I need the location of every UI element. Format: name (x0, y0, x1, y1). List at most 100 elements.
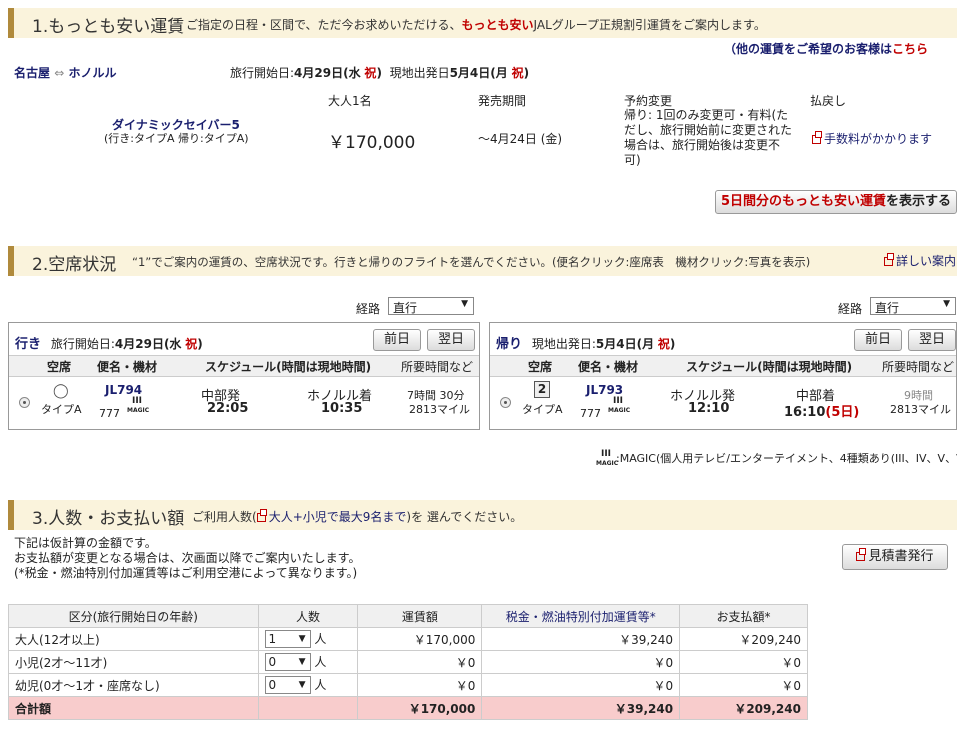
outbound-date-label: 旅行開始日: (50, 337, 115, 351)
outbound-heading-row: 行き 旅行開始日:4月29日(水 祝) (15, 337, 203, 352)
external-link-icon (856, 548, 867, 561)
row-label: 小児(2才～11才) (8, 650, 259, 674)
inbound-fare-type: タイプA (522, 403, 563, 416)
th-category: 区分(旅行開始日の年齢) (8, 604, 259, 628)
refund-fee-link[interactable]: 手数料がかかります (812, 130, 932, 147)
outbound-holiday: 祝 (185, 337, 198, 351)
inbound-date: 5月4日(月 (595, 337, 655, 351)
outbound-prev-day-button[interactable]: 前日 (373, 329, 421, 351)
magic-note: :MAGIC(個人用テレビ/エンターテイメント、4種類あり(III、IV、V、V… (616, 452, 957, 465)
count-unit: 人 (314, 654, 327, 669)
outbound-aircraft[interactable]: 777 (99, 407, 120, 420)
estimate-button[interactable]: 見積書発行 (842, 544, 948, 570)
outbound-route-label: 経路 (356, 302, 381, 316)
outbound-radio[interactable] (19, 397, 30, 408)
section1-header: 1.もっとも安い運賃 ご指定の日程・区間で、ただ今お求めいただける、もっとも安い… (8, 8, 957, 38)
refund-fee-text: 手数料がかかります (824, 132, 933, 146)
child-count-select[interactable]: 0 ▼ (264, 653, 311, 672)
child-count-value: 0 (268, 655, 277, 670)
col-seat: 空席 (528, 360, 553, 374)
fare-amount: ￥0 (357, 673, 483, 697)
inbound-holiday: 祝 (657, 337, 670, 351)
col-seat: 空席 (47, 360, 72, 374)
payment-amount: ￥0 (679, 650, 808, 674)
route-summary: 名古屋 ⇔ ホノルル (14, 64, 116, 81)
show-five-days-button[interactable]: 5日間分のもっとも安い運賃を表示する (715, 190, 957, 214)
five-day-red-text: 5日間分のもっとも安い運賃 (720, 194, 887, 209)
inbound-panel: 帰り 現地出発日:5月4日(月 祝) 前日 翌日 空席 便名・機材 スケジュール… (489, 322, 957, 430)
fare-amount: ￥0 (357, 650, 483, 674)
th-count: 人数 (257, 604, 359, 628)
tax-amount: ￥0 (481, 650, 681, 674)
external-link-icon (812, 131, 822, 144)
chevron-down-icon: ▼ (461, 299, 468, 309)
col-flight: 便名・機材 (97, 360, 158, 374)
calc-note-2: お支払額が変更となる場合は、次画面以降でご案内いたします。 (14, 551, 361, 565)
total-tax: ￥39,240 (481, 696, 681, 720)
tax-amount: ￥39,240 (481, 627, 681, 651)
chevron-down-icon: ▼ (298, 634, 306, 645)
max-passengers-link[interactable]: 大人+小児で最大9名まで (256, 509, 406, 524)
outbound-flight-row[interactable]: ◯ タイプA JL794 777 III MAGIC 中部発 22:05 ホノルル… (9, 377, 479, 427)
inbound-prev-day-button[interactable]: 前日 (854, 329, 902, 351)
outbound-flight-number[interactable]: JL794 (105, 383, 142, 397)
section3-desc-b: )を 選んでください。 (406, 510, 523, 524)
inbound-arrival: 16:10(5日) (784, 401, 859, 420)
col-change-header: 予約変更 (624, 94, 673, 108)
inbound-date-label: 現地出発日: (531, 337, 596, 351)
adult-count-select[interactable]: 1 ▼ (264, 630, 311, 649)
inbound-radio[interactable] (500, 397, 511, 408)
count-unit: 人 (314, 631, 327, 646)
estimate-button-label: 見積書発行 (868, 549, 934, 564)
total-payment: ￥209,240 (679, 696, 808, 720)
total-fare: ￥170,000 (357, 696, 483, 720)
magic-icon: III MAGIC (608, 396, 631, 415)
inbound-grid-header: 空席 便名・機材 スケジュール(時間は現地時間) 所要時間など (490, 355, 956, 377)
count-unit: 人 (314, 677, 327, 692)
col-sale-header: 発売期間 (478, 94, 527, 108)
count-cell: 0 ▼ 人 (257, 673, 359, 697)
external-link-icon (884, 253, 894, 266)
inbound-heading: 帰り (496, 337, 523, 352)
fare-price: ￥170,000 (328, 133, 416, 153)
infant-count-select[interactable]: 0 ▼ (264, 676, 311, 695)
calc-note-1: 下記は仮計算の金額です。 (14, 536, 157, 550)
detail-guide-text: 詳しい案内 (896, 254, 957, 268)
payment-table: 区分(旅行開始日の年齢) 人数 運賃額 税金・燃油特別付加運賃等* お支払額* … (8, 604, 808, 720)
other-fare-link[interactable]: こちら (892, 42, 928, 56)
inbound-route-label: 経路 (838, 302, 863, 316)
seat-available-icon: ◯ (53, 383, 69, 399)
dep-date-label: 旅行開始日: (230, 66, 295, 80)
calc-notes: 下記は仮計算の金額です。 お支払額が変更となる場合は、次画面以降でご案内いたしま… (14, 536, 360, 581)
outbound-grid-header: 空席 便名・機材 スケジュール(時間は現地時間) 所要時間など (9, 355, 479, 377)
seat-count-icon: 2 (534, 381, 550, 398)
outbound-route-select[interactable]: 直行 ▼ (388, 297, 474, 315)
outbound-next-day-button[interactable]: 翌日 (427, 329, 475, 351)
inbound-aircraft[interactable]: 777 (580, 407, 601, 420)
section3-header: 3.人数・お支払い額 ご利用人数(大人+小児で最大9名まで)を 選んでください。 (8, 500, 957, 530)
th-total: お支払額* (679, 604, 808, 628)
sale-period: ～4月24日 (金) (478, 132, 563, 146)
count-cell: 1 ▼ 人 (257, 627, 359, 651)
inbound-flight-number[interactable]: JL793 (586, 383, 623, 397)
row-label: 幼児(0才～1才・座席なし) (8, 673, 259, 697)
other-fare-notice: （他の運賃をご希望のお客様はこちら (724, 40, 928, 57)
th-tax: 税金・燃油特別付加運賃等* (481, 604, 681, 628)
inbound-flight-row[interactable]: 2 タイプA JL793 777 III MAGIC ホノルル発 12:10 中部… (490, 377, 956, 427)
inbound-route-value: 直行 (875, 301, 900, 315)
chevron-down-icon: ▼ (943, 299, 950, 309)
outbound-arr-time: 10:35 (321, 401, 363, 416)
section2-title: 2.空席状況 (32, 255, 117, 275)
inbound-arr-time: 16:10 (784, 405, 826, 420)
inbound-route-select[interactable]: 直行 ▼ (870, 297, 956, 315)
five-day-suffix-text: を表示する (886, 194, 952, 209)
inbound-arr-day: (5日) (825, 405, 860, 420)
inbound-next-day-button[interactable]: 翌日 (908, 329, 956, 351)
col-schedule: スケジュール(時間は現地時間) (205, 360, 372, 374)
detail-guide-link[interactable]: 詳しい案内 (884, 252, 956, 269)
magic-legend: III MAGIC:MAGIC(個人用テレビ/エンターテイメント、4種類あり(II… (596, 450, 957, 468)
col-duration: 所要時間など (882, 360, 955, 374)
section1-desc-red: もっとも安い (461, 18, 534, 32)
calc-note-3: (*税金・燃油特別付加運賃等はご利用空港によって異なります。) (14, 566, 358, 580)
section1-desc-a: ご指定の日程・区間で、ただ今お求めいただける、 (186, 18, 462, 32)
